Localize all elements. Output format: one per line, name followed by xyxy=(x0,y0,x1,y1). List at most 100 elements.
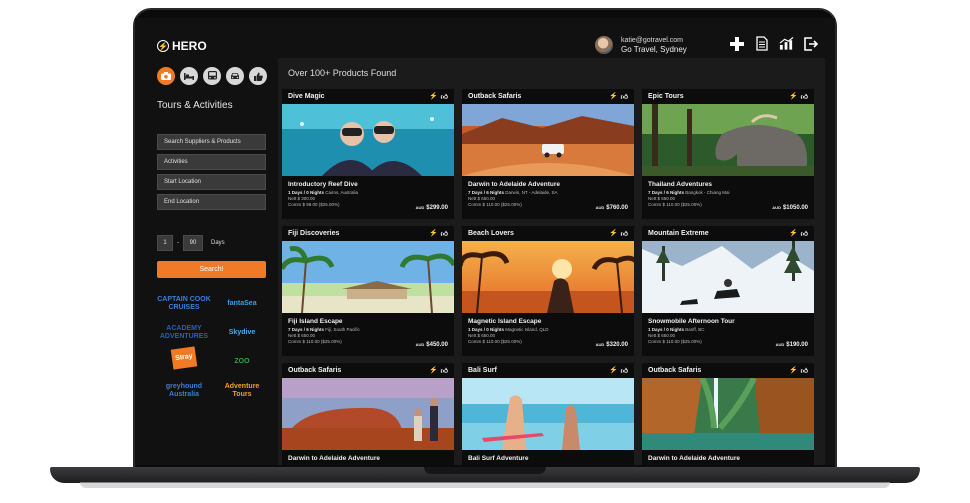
card-body: Magnetic Island Escape 1 Days / 0 Nights … xyxy=(462,313,634,356)
product-card[interactable]: Bali Surf ⚡ 👍︎ Bali Surf Adventure xyxy=(462,363,634,465)
end-location-input[interactable]: End Location xyxy=(157,194,266,210)
card-header: Epic Tours ⚡ 👍︎ xyxy=(642,89,814,104)
days-max-input[interactable]: 90 xyxy=(183,235,203,251)
thumbs-up-icon[interactable] xyxy=(249,67,267,85)
partner-logo[interactable]: greyhound Australia xyxy=(157,377,211,404)
thumbs-up-icon[interactable]: 👍︎ xyxy=(441,229,448,238)
lightning-icon: ⚡ xyxy=(157,40,169,52)
results-panel: Over 100+ Products Found Dive Magic ⚡ 👍︎ In… xyxy=(278,58,825,465)
lightning-icon[interactable]: ⚡ xyxy=(789,366,798,375)
days-label: Days xyxy=(211,240,225,246)
product-card[interactable]: Outback Safaris ⚡ 👍︎ Darwin to Adelaide Adv… xyxy=(642,363,814,465)
thumbs-up-icon[interactable]: 👍︎ xyxy=(801,92,808,101)
camera-icon[interactable] xyxy=(157,67,175,85)
product-card[interactable]: Fiji Discoveries ⚡ 👍︎ Fiji Island Escape 7 D… xyxy=(282,226,454,356)
product-image[interactable] xyxy=(462,378,634,450)
user-profile[interactable]: katie@gotravel.com Go Travel, Sydney xyxy=(595,36,687,54)
product-image[interactable] xyxy=(282,378,454,450)
partner-logo[interactable]: ZOO xyxy=(215,348,269,375)
top-actions xyxy=(729,36,819,51)
lightning-icon[interactable]: ⚡ xyxy=(609,92,618,101)
product-title[interactable]: Fiji Island Escape xyxy=(288,318,448,325)
product-image[interactable] xyxy=(462,241,634,313)
thumbs-up-icon[interactable]: 👍︎ xyxy=(801,366,808,375)
product-title[interactable]: Darwin to Adelaide Adventure xyxy=(648,455,808,462)
search-suppliers-input[interactable]: Search Suppliers & Products xyxy=(157,134,266,150)
product-duration: 1 Days / 0 Nights xyxy=(648,327,685,332)
product-route: Cairns, Australia xyxy=(325,190,359,195)
product-title[interactable]: Magnetic Island Escape xyxy=(468,318,628,325)
lightning-icon[interactable]: ⚡ xyxy=(429,366,438,375)
thumbs-up-icon[interactable]: 👍︎ xyxy=(621,229,628,238)
card-header: Bali Surf ⚡ 👍︎ xyxy=(462,363,634,378)
card-body: Darwin to Adelaide Adventure xyxy=(642,450,814,465)
days-min-input[interactable]: 1 xyxy=(157,235,173,251)
card-header: Beach Lovers ⚡ 👍︎ xyxy=(462,226,634,241)
lightning-icon[interactable]: ⚡ xyxy=(789,92,798,101)
partner-logo[interactable]: Skydive xyxy=(215,319,269,346)
search-button[interactable]: Search! xyxy=(157,261,266,278)
lightning-icon[interactable]: ⚡ xyxy=(609,366,618,375)
product-card[interactable]: Outback Safaris ⚡ 👍︎ Darwin to Adelaide Adv… xyxy=(462,89,634,219)
user-info: katie@gotravel.com Go Travel, Sydney xyxy=(621,36,687,54)
card-body: Snowmobile Afternoon Tour 1 Days / 0 Nigh… xyxy=(642,313,814,356)
car-icon[interactable] xyxy=(226,67,244,85)
start-location-input[interactable]: Start Location xyxy=(157,174,266,190)
product-title[interactable]: Introductory Reef Dive xyxy=(288,181,448,188)
product-price: AUD $299.00 xyxy=(416,205,448,211)
thumbs-up-icon[interactable]: 👍︎ xyxy=(621,92,628,101)
product-image[interactable] xyxy=(642,104,814,176)
thumbs-up-icon[interactable]: 👍︎ xyxy=(441,92,448,101)
avatar[interactable] xyxy=(595,36,613,54)
thumbs-up-icon[interactable]: 👍︎ xyxy=(441,366,448,375)
bed-icon[interactable] xyxy=(180,67,198,85)
partner-logo[interactable]: Stray xyxy=(170,346,198,370)
partner-logo[interactable]: Adventure Tours xyxy=(215,377,269,404)
product-image[interactable] xyxy=(282,241,454,313)
logo[interactable]: ⚡ HERO xyxy=(157,39,207,53)
product-title[interactable]: Snowmobile Afternoon Tour xyxy=(648,318,808,325)
card-actions: ⚡ 👍︎ xyxy=(789,366,808,375)
product-route: Magnetic Island, QLD xyxy=(505,327,549,332)
product-duration: 7 Days / 6 Nights xyxy=(648,190,685,195)
bus-icon[interactable] xyxy=(203,67,221,85)
plus-icon[interactable] xyxy=(729,36,744,51)
partner-logo[interactable]: CAPTAIN COOK CRUISES xyxy=(157,290,211,317)
product-image[interactable] xyxy=(462,104,634,176)
product-title[interactable]: Darwin to Adelaide Adventure xyxy=(468,181,628,188)
lightning-icon[interactable]: ⚡ xyxy=(429,92,438,101)
document-icon[interactable] xyxy=(754,36,769,51)
product-title[interactable]: Thailand Adventures xyxy=(648,181,808,188)
partner-logo[interactable]: ACADEMY ADVENTURES xyxy=(157,319,211,346)
product-image[interactable] xyxy=(642,378,814,450)
days-separator: - xyxy=(177,240,179,246)
product-title[interactable]: Darwin to Adelaide Adventure xyxy=(288,455,448,462)
activities-select[interactable]: Activities xyxy=(157,154,266,170)
product-card[interactable]: Mountain Extreme ⚡ 👍︎ Snowmobile Afternoon … xyxy=(642,226,814,356)
supplier-name: Dive Magic xyxy=(288,93,325,100)
card-header: Outback Safaris ⚡ 👍︎ xyxy=(642,363,814,378)
product-card[interactable]: Outback Safaris ⚡ 👍︎ Darwin to Adelaide Adv… xyxy=(282,363,454,465)
lightning-icon[interactable]: ⚡ xyxy=(609,229,618,238)
thumbs-up-icon[interactable]: 👍︎ xyxy=(801,229,808,238)
thumbs-up-icon[interactable]: 👍︎ xyxy=(621,366,628,375)
partner-logos: CAPTAIN COOK CRUISES fantaSea ACADEMY ADVE… xyxy=(157,290,269,404)
chart-icon[interactable] xyxy=(779,36,794,51)
card-actions: ⚡ 👍︎ xyxy=(609,366,628,375)
user-company: Go Travel, Sydney xyxy=(621,45,687,54)
lightning-icon[interactable]: ⚡ xyxy=(429,229,438,238)
logout-icon[interactable] xyxy=(804,36,819,51)
product-card[interactable]: Dive Magic ⚡ 👍︎ Introductory Reef Dive 1 Day… xyxy=(282,89,454,219)
product-price: AUD $320.00 xyxy=(596,342,628,348)
product-price: AUD $760.00 xyxy=(596,205,628,211)
card-actions: ⚡ 👍︎ xyxy=(609,92,628,101)
product-card[interactable]: Epic Tours ⚡ 👍︎ Thailand Adventures 7 Days /… xyxy=(642,89,814,219)
product-card[interactable]: Beach Lovers ⚡ 👍︎ Magnetic Island Escape 1 D… xyxy=(462,226,634,356)
product-title[interactable]: Bali Surf Adventure xyxy=(468,455,628,462)
product-route: Bangkok - Chiang Mai xyxy=(685,190,730,195)
product-image[interactable] xyxy=(282,104,454,176)
partner-logo[interactable]: fantaSea xyxy=(215,290,269,317)
supplier-name: Mountain Extreme xyxy=(648,230,709,237)
product-image[interactable] xyxy=(642,241,814,313)
lightning-icon[interactable]: ⚡ xyxy=(789,229,798,238)
